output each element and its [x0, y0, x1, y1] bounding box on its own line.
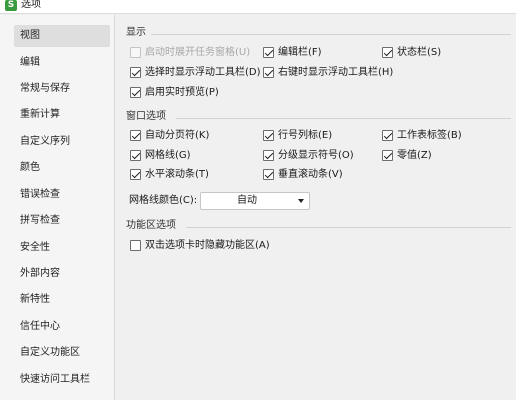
- checkbox[interactable]: [130, 150, 141, 161]
- checkbox[interactable]: [130, 240, 141, 251]
- window-title: 选项: [21, 0, 41, 10]
- sidebar-item-recalculate[interactable]: 重新计算: [14, 104, 110, 126]
- options-content: 显示 启动时展开任务窗格(U) 编辑栏(F) 状态栏(S) 选择时显示浮动工具栏…: [116, 15, 516, 400]
- options-sidebar: 视图 编辑 常规与保存 重新计算 自定义序列 颜色 错误检查 拼写检查 安全性 …: [0, 15, 115, 400]
- sidebar-item-custom-ribbon[interactable]: 自定义功能区: [14, 342, 110, 364]
- section-divider: [151, 34, 511, 35]
- checkbox[interactable]: [263, 67, 274, 78]
- checkbox[interactable]: [263, 130, 274, 141]
- sidebar-item-color[interactable]: 颜色: [14, 157, 110, 179]
- checkbox[interactable]: [382, 130, 393, 141]
- checkbox[interactable]: [263, 169, 274, 180]
- sidebar-item-trust-center[interactable]: 信任中心: [14, 316, 110, 338]
- checkbox[interactable]: [130, 87, 141, 98]
- sidebar-item-security[interactable]: 安全性: [14, 237, 110, 259]
- title-bar: S 选项: [0, 0, 516, 14]
- chevron-down-icon[interactable]: [298, 199, 304, 203]
- sidebar-item-error-check[interactable]: 错误检查: [14, 184, 110, 206]
- checkbox[interactable]: [263, 150, 274, 161]
- gridline-color-value: 自动: [237, 195, 257, 206]
- section-title-display: 显示: [126, 27, 146, 38]
- sidebar-item-custom-lists[interactable]: 自定义序列: [14, 131, 110, 153]
- checkbox[interactable]: [263, 47, 274, 58]
- sidebar-item-edit[interactable]: 编辑: [14, 52, 110, 74]
- checkbox[interactable]: [130, 67, 141, 78]
- sidebar-item-general-save[interactable]: 常规与保存: [14, 78, 110, 100]
- checkbox[interactable]: [130, 47, 141, 58]
- section-title-window-options: 窗口选项: [126, 111, 166, 122]
- section-divider: [186, 227, 511, 228]
- checkbox[interactable]: [130, 169, 141, 180]
- sidebar-item-new-features[interactable]: 新特性: [14, 289, 110, 311]
- checkbox[interactable]: [130, 130, 141, 141]
- section-divider: [176, 118, 511, 119]
- gridline-color-label: 网格线颜色(C):: [129, 195, 198, 206]
- sidebar-item-quick-access-toolbar[interactable]: 快速访问工具栏: [14, 369, 110, 391]
- section-title-ribbon: 功能区选项: [126, 220, 176, 231]
- app-icon: S: [5, 0, 17, 11]
- sidebar-item-view[interactable]: 视图: [14, 25, 110, 47]
- sidebar-item-spell-check[interactable]: 拼写检查: [14, 210, 110, 232]
- checkbox[interactable]: [382, 47, 393, 58]
- gridline-color-dropdown[interactable]: 自动: [200, 192, 310, 210]
- checkbox[interactable]: [382, 150, 393, 161]
- sidebar-item-external-content[interactable]: 外部内容: [14, 263, 110, 285]
